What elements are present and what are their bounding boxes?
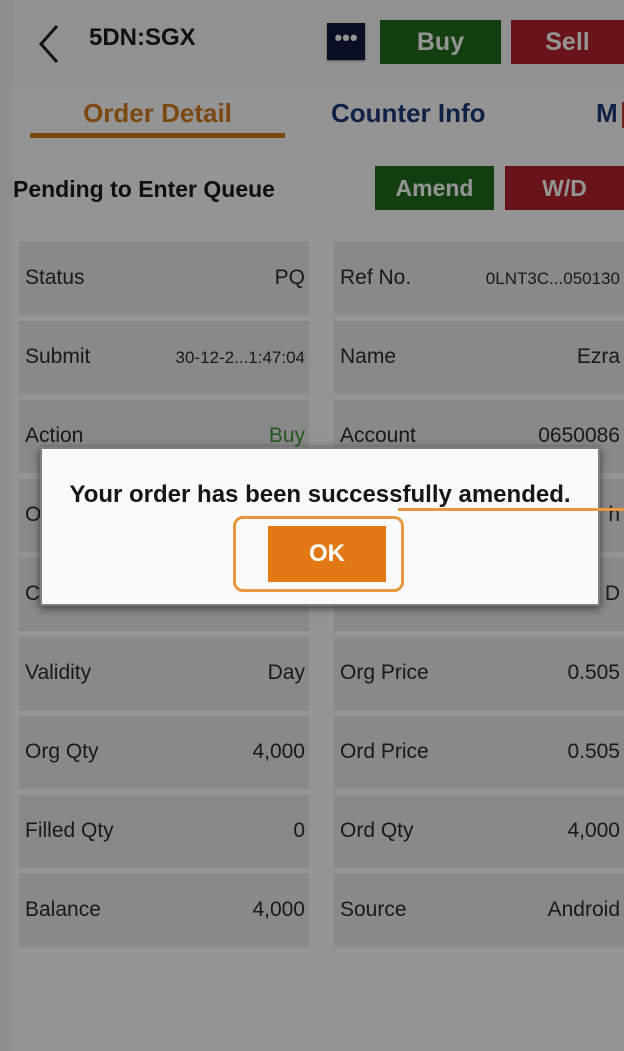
ok-button-highlight (233, 516, 404, 592)
dialog-message: Your order has been successfully amended… (69, 481, 571, 508)
callout-line (398, 508, 624, 511)
